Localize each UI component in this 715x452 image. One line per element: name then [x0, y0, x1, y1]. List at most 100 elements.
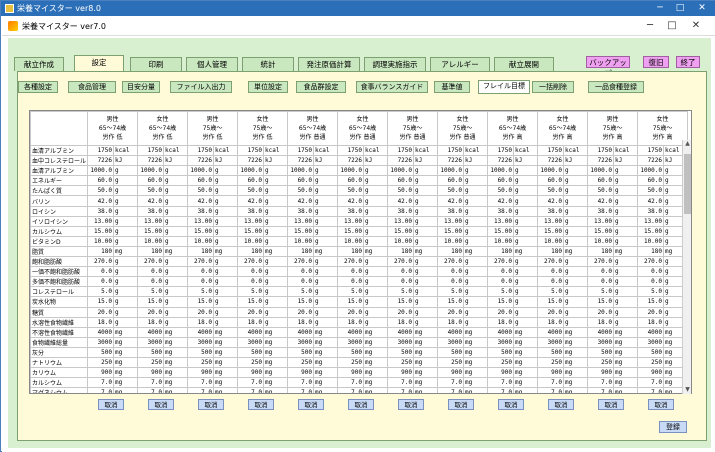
tab-menu-create[interactable]: 献立作成	[14, 57, 64, 71]
value-cell[interactable]: 20.0	[337, 306, 365, 318]
value-cell[interactable]: 180	[337, 245, 365, 258]
cancel-button[interactable]: 取消	[148, 399, 174, 410]
value-cell[interactable]: 0.0	[437, 266, 465, 278]
value-cell[interactable]: 0.0	[537, 266, 565, 278]
cancel-button[interactable]: 取消	[198, 399, 224, 410]
value-cell[interactable]: 1750	[437, 144, 465, 157]
value-cell[interactable]: 250	[437, 356, 465, 369]
value-cell[interactable]: 0.0	[637, 266, 665, 278]
value-cell[interactable]: 60.0	[287, 175, 315, 187]
value-cell[interactable]: 38.0	[337, 205, 365, 217]
value-cell[interactable]: 500	[637, 346, 665, 358]
value-cell[interactable]: 15.0	[387, 296, 415, 308]
value-cell[interactable]: 500	[487, 346, 515, 358]
value-cell[interactable]: 20.0	[287, 306, 315, 318]
tab-order-cost[interactable]: 発注原価計算	[298, 57, 360, 71]
value-cell[interactable]: 20.0	[387, 306, 415, 318]
value-cell[interactable]: 250	[187, 356, 215, 369]
register-button[interactable]: 登録	[659, 421, 687, 433]
value-cell[interactable]: 1750	[637, 144, 665, 157]
value-cell[interactable]: 500	[187, 346, 215, 358]
value-cell[interactable]: 10.00	[437, 235, 465, 247]
value-cell[interactable]: 50.0	[537, 185, 565, 197]
value-cell[interactable]: 7.0	[637, 387, 665, 393]
value-cell[interactable]: 500	[587, 346, 615, 358]
value-cell[interactable]: 38.0	[187, 205, 215, 217]
value-cell[interactable]: 15.0	[87, 296, 115, 308]
subtab-frailty-target[interactable]: フレイル目標	[478, 80, 530, 94]
value-cell[interactable]: 250	[287, 356, 315, 369]
value-cell[interactable]: 3000	[437, 336, 465, 348]
value-cell[interactable]: 38.0	[487, 205, 515, 217]
value-cell[interactable]: 5.0	[237, 286, 265, 298]
value-cell[interactable]: 180	[87, 245, 115, 258]
cancel-button[interactable]: 取消	[98, 399, 124, 410]
subtab-general[interactable]: 各種設定	[18, 81, 58, 93]
inner-close-button[interactable]: ✕	[688, 19, 704, 33]
value-cell[interactable]: 900	[387, 367, 415, 379]
value-cell[interactable]: 250	[637, 356, 665, 369]
tab-menu-expand[interactable]: 献立展開	[494, 57, 554, 71]
value-cell[interactable]: 1000.0	[337, 165, 365, 177]
value-cell[interactable]: 60.0	[487, 175, 515, 187]
value-cell[interactable]: 60.0	[337, 175, 365, 187]
cancel-button[interactable]: 取消	[298, 399, 324, 410]
value-cell[interactable]: 250	[237, 356, 265, 369]
value-cell[interactable]: 180	[587, 245, 615, 258]
value-cell[interactable]: 270.0	[437, 256, 465, 268]
value-cell[interactable]: 7226	[387, 155, 415, 167]
value-cell[interactable]: 0.0	[637, 276, 665, 288]
value-cell[interactable]: 60.0	[187, 175, 215, 187]
value-cell[interactable]: 1000.0	[537, 165, 565, 177]
value-cell[interactable]: 15.00	[537, 225, 565, 237]
value-cell[interactable]: 50.0	[137, 185, 165, 197]
value-cell[interactable]: 7.0	[237, 387, 265, 393]
value-cell[interactable]: 20.0	[87, 306, 115, 318]
value-cell[interactable]: 0.0	[337, 266, 365, 278]
value-cell[interactable]: 15.0	[237, 296, 265, 308]
value-cell[interactable]: 4000	[137, 326, 165, 338]
value-cell[interactable]: 4000	[537, 326, 565, 338]
subtab-unit[interactable]: 単位設定	[248, 81, 288, 93]
tab-settings[interactable]: 設定	[74, 55, 124, 72]
value-cell[interactable]: 1750	[187, 144, 215, 157]
value-cell[interactable]: 38.0	[587, 205, 615, 217]
tab-print[interactable]: 印刷	[130, 57, 182, 71]
value-cell[interactable]: 20.0	[437, 306, 465, 318]
value-cell[interactable]: 42.0	[387, 195, 415, 207]
value-cell[interactable]: 7.0	[87, 377, 115, 389]
value-cell[interactable]: 4000	[87, 326, 115, 338]
value-cell[interactable]: 4000	[587, 326, 615, 338]
value-cell[interactable]: 7.0	[187, 377, 215, 389]
value-cell[interactable]: 0.0	[237, 266, 265, 278]
value-cell[interactable]: 13.00	[237, 215, 265, 227]
value-cell[interactable]: 20.0	[137, 306, 165, 318]
value-cell[interactable]: 3000	[87, 336, 115, 348]
value-cell[interactable]: 42.0	[87, 195, 115, 207]
value-cell[interactable]: 7.0	[587, 377, 615, 389]
value-cell[interactable]: 42.0	[437, 195, 465, 207]
tab-personal[interactable]: 個人管理	[186, 57, 238, 71]
value-cell[interactable]: 7.0	[637, 377, 665, 389]
value-cell[interactable]: 500	[337, 346, 365, 358]
value-cell[interactable]: 7.0	[87, 387, 115, 393]
value-cell[interactable]: 7226	[137, 155, 165, 167]
value-cell[interactable]: 5.0	[387, 286, 415, 298]
value-cell[interactable]: 1750	[537, 144, 565, 157]
value-cell[interactable]: 50.0	[287, 185, 315, 197]
value-cell[interactable]: 7.0	[437, 387, 465, 393]
value-cell[interactable]: 3000	[537, 336, 565, 348]
value-cell[interactable]: 50.0	[437, 185, 465, 197]
value-cell[interactable]: 7.0	[137, 387, 165, 393]
value-cell[interactable]: 900	[337, 367, 365, 379]
value-cell[interactable]: 13.00	[287, 215, 315, 227]
value-cell[interactable]: 60.0	[587, 175, 615, 187]
value-cell[interactable]: 500	[87, 346, 115, 358]
value-cell[interactable]: 15.00	[637, 225, 665, 237]
value-cell[interactable]: 7.0	[437, 377, 465, 389]
value-cell[interactable]: 7.0	[387, 377, 415, 389]
value-cell[interactable]: 5.0	[337, 286, 365, 298]
value-cell[interactable]: 60.0	[137, 175, 165, 187]
value-cell[interactable]: 50.0	[487, 185, 515, 197]
value-cell[interactable]: 42.0	[487, 195, 515, 207]
